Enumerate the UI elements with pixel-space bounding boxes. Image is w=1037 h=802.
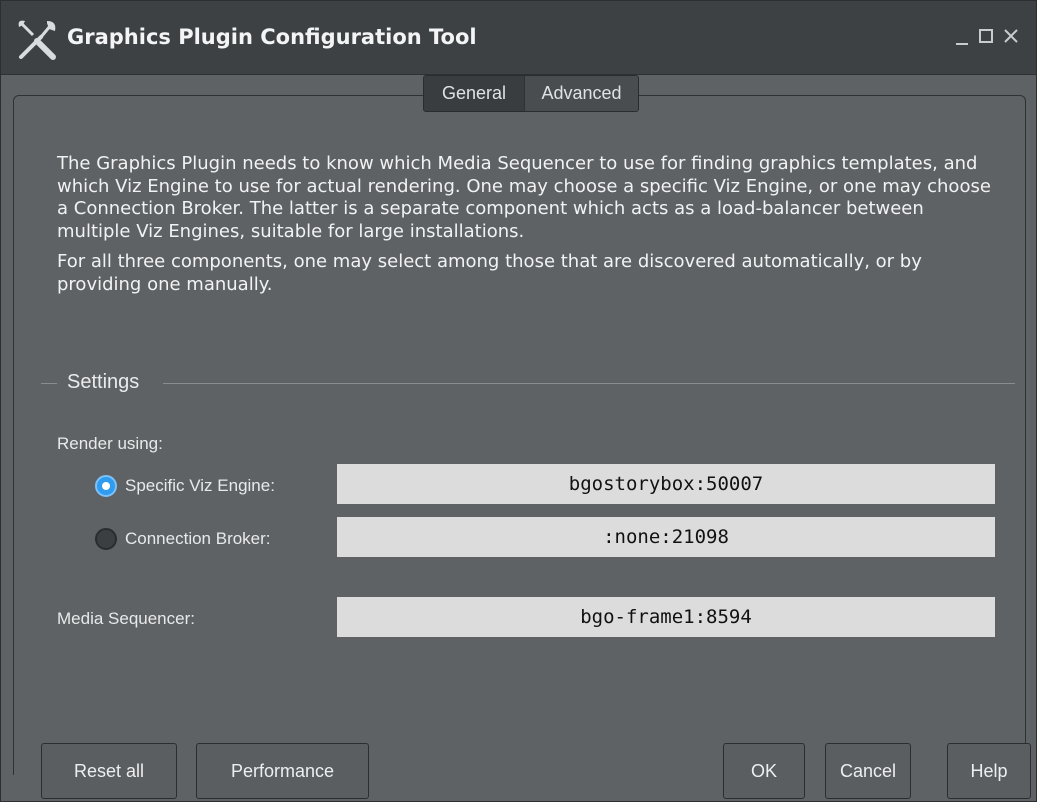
tab-general[interactable]: General [424,76,524,111]
close-icon[interactable] [1000,23,1022,49]
viz-engine-field[interactable]: bgostorybox:50007 [337,464,995,504]
connection-broker-label[interactable]: Connection Broker: [125,529,271,549]
cancel-button[interactable]: Cancel [825,743,911,799]
settings-group-title: Settings [67,371,140,393]
specific-viz-engine-label[interactable]: Specific Viz Engine: [125,476,275,496]
description-paragraph: The Graphics Plugin needs to know which … [57,153,991,242]
divider [41,383,57,384]
radio-specific-viz-engine[interactable] [95,475,117,497]
config-window: Graphics Plugin Configuration Tool Gener… [0,0,1037,802]
minimize-icon[interactable] [951,23,973,49]
connection-broker-field[interactable]: :none:21098 [337,517,995,557]
ok-button[interactable]: OK [723,743,805,799]
media-sequencer-label: Media Sequencer: [57,609,195,628]
maximize-icon[interactable] [975,23,997,49]
description: The Graphics Plugin needs to know which … [57,153,997,304]
window-title: Graphics Plugin Configuration Tool [67,25,477,49]
media-sequencer-field[interactable]: bgo-frame1:8594 [337,597,995,637]
tools-icon [18,20,56,60]
description-paragraph: For all three components, one may select… [57,251,922,295]
performance-button[interactable]: Performance [196,743,369,799]
render-using-label: Render using: [57,434,163,453]
tab-advanced[interactable]: Advanced [524,76,638,111]
radio-connection-broker[interactable] [95,528,117,550]
divider [163,383,1015,384]
title-bar[interactable]: Graphics Plugin Configuration Tool [1,1,1036,75]
help-button[interactable]: Help [947,743,1031,799]
reset-all-button[interactable]: Reset all [41,743,177,799]
tab-bar: General Advanced [423,75,639,112]
